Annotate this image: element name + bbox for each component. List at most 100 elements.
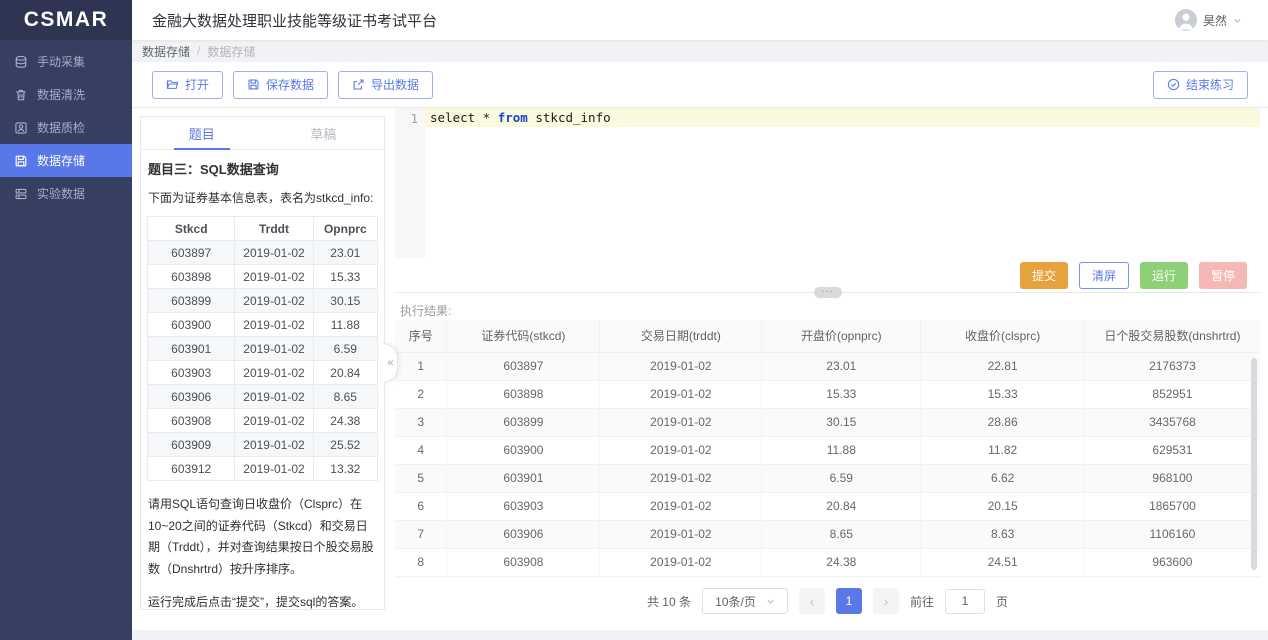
question-intro: 下面为证券基本信息表，表名为stkcd_info:	[148, 189, 377, 207]
sidebar-item-data-qc[interactable]: 数据质检	[0, 111, 132, 144]
cell-opnprc: 15.33	[762, 380, 921, 408]
cell-trddt: 2019-01-02	[235, 313, 313, 337]
results-table-body: 1 603897 2019-01-02 23.01 22.81 2176373 …	[395, 352, 1260, 576]
cell-opnprc: 30.15	[762, 408, 921, 436]
table-row: 1 603897 2019-01-02 23.01 22.81 2176373	[395, 352, 1260, 380]
run-button[interactable]: 运行	[1140, 262, 1188, 289]
next-page-button[interactable]: ›	[873, 588, 899, 614]
user-menu[interactable]: 昊然	[1175, 9, 1242, 31]
cell-dnshrtrd: 1865700	[1084, 492, 1260, 520]
user-badge-icon	[14, 121, 28, 135]
open-button-label: 打开	[185, 76, 209, 93]
tab-draft[interactable]: 草稿	[263, 117, 385, 149]
cell-opnprc: 8.65	[313, 385, 377, 409]
save-icon	[14, 154, 28, 168]
cell-opnprc: 20.84	[313, 361, 377, 385]
code-text: stkcd_info	[528, 110, 611, 125]
save-data-button[interactable]: 保存数据	[233, 71, 328, 99]
code-keyword: from	[498, 110, 528, 125]
table-row: 603900 2019-01-02 11.88	[148, 313, 378, 337]
pagination-total: 共 10 条	[647, 593, 691, 610]
page-size-select[interactable]: 10条/页	[702, 588, 788, 614]
cell-stkcd: 603897	[148, 241, 235, 265]
cell-clsprc: 6.62	[921, 464, 1084, 492]
sidebar-menu: 手动采集 数据清洗 数据质检	[0, 40, 132, 210]
cell-opnprc: 15.33	[313, 265, 377, 289]
cell-stkcd: 603909	[148, 433, 235, 457]
cell-dnshrtrd: 1106160	[1084, 520, 1260, 548]
cell-index: 3	[395, 408, 447, 436]
sidebar-item-manual-collect[interactable]: 手动采集	[0, 45, 132, 78]
folder-open-icon	[166, 78, 179, 91]
prev-page-button[interactable]: ‹	[799, 588, 825, 614]
table-row: 3 603899 2019-01-02 30.15 28.86 3435768	[395, 408, 1260, 436]
sidebar-item-data-storage[interactable]: 数据存储	[0, 144, 132, 177]
cell-trddt: 2019-01-02	[235, 385, 313, 409]
sidebar-item-experiment-data[interactable]: 实验数据	[0, 177, 132, 210]
results-table: 序号 证券代码(stkcd) 交易日期(trddt) 开盘价(opnprc) 收…	[395, 320, 1260, 577]
breadcrumb-section[interactable]: 数据存储	[142, 43, 190, 60]
server-icon	[14, 187, 28, 201]
finish-practice-button[interactable]: 结束练习	[1153, 71, 1248, 99]
main-card: 打开 保存数据 导出数据 结束练习 题目 草稿 题目	[132, 62, 1268, 630]
table-row: 603906 2019-01-02 8.65	[148, 385, 378, 409]
open-button[interactable]: 打开	[152, 71, 223, 99]
pagination: 共 10 条 10条/页 ‹ 1 › 前往 页	[395, 584, 1260, 618]
pause-button[interactable]: 暂停	[1199, 262, 1247, 289]
table-row: 2 603898 2019-01-02 15.33 15.33 852951	[395, 380, 1260, 408]
database-icon	[14, 55, 28, 69]
cell-opnprc: 8.65	[762, 520, 921, 548]
avatar	[1175, 9, 1197, 31]
column-header-stkcd: 证券代码(stkcd)	[447, 320, 600, 352]
code-line-1[interactable]: select * from stkcd_info	[425, 108, 1260, 127]
cell-stkcd: 603903	[447, 492, 600, 520]
table-row: 603903 2019-01-02 20.84	[148, 361, 378, 385]
cell-dnshrtrd: 2176373	[1084, 352, 1260, 380]
column-header-trddt: 交易日期(trddt)	[600, 320, 762, 352]
cell-opnprc: 24.38	[313, 409, 377, 433]
page-1-button[interactable]: 1	[836, 588, 862, 614]
cell-stkcd: 603912	[148, 457, 235, 481]
cell-index: 4	[395, 436, 447, 464]
cell-dnshrtrd: 852951	[1084, 380, 1260, 408]
results-header-row: 序号 证券代码(stkcd) 交易日期(trddt) 开盘价(opnprc) 收…	[395, 320, 1260, 352]
editor-code-area[interactable]: select * from stkcd_info	[425, 108, 1260, 258]
cell-stkcd: 603899	[447, 408, 600, 436]
table-row: 7 603906 2019-01-02 8.65 8.63 1106160	[395, 520, 1260, 548]
cell-opnprc: 6.59	[313, 337, 377, 361]
pane-splitter: ···	[395, 292, 1260, 293]
cell-opnprc: 23.01	[762, 352, 921, 380]
question-table-body: 603897 2019-01-02 23.01 603898 2019-01-0…	[148, 241, 378, 481]
sql-editor[interactable]: 1 select * from stkcd_info	[395, 108, 1260, 258]
sidebar-item-label: 实验数据	[37, 185, 85, 202]
save-icon	[247, 78, 260, 91]
cell-trddt: 2019-01-02	[600, 352, 762, 380]
sidebar-item-label: 手动采集	[37, 53, 85, 70]
cell-trddt: 2019-01-02	[235, 241, 313, 265]
sidebar-item-data-clean[interactable]: 数据清洗	[0, 78, 132, 111]
submit-button[interactable]: 提交	[1020, 262, 1068, 289]
goto-unit: 页	[996, 593, 1008, 610]
sidebar-item-label: 数据存储	[37, 152, 85, 169]
export-data-button[interactable]: 导出数据	[338, 71, 433, 99]
cell-clsprc: 15.33	[921, 380, 1084, 408]
splitter-drag-handle[interactable]: ···	[814, 287, 842, 298]
column-header-index: 序号	[395, 320, 447, 352]
clear-screen-button[interactable]: 清屏	[1079, 262, 1129, 289]
column-header-opnprc: 开盘价(opnprc)	[762, 320, 921, 352]
export-data-button-label: 导出数据	[371, 76, 419, 93]
cell-index: 1	[395, 352, 447, 380]
code-text: select *	[430, 110, 498, 125]
results-scrollbar[interactable]	[1251, 358, 1257, 570]
cell-trddt: 2019-01-02	[600, 492, 762, 520]
cell-trddt: 2019-01-02	[600, 380, 762, 408]
table-row: 6 603903 2019-01-02 20.84 20.15 1865700	[395, 492, 1260, 520]
goto-page-input[interactable]	[945, 589, 985, 614]
cell-opnprc: 25.52	[313, 433, 377, 457]
cell-stkcd: 603899	[148, 289, 235, 313]
table-row: 603909 2019-01-02 25.52	[148, 433, 378, 457]
cell-trddt: 2019-01-02	[235, 361, 313, 385]
cell-stkcd: 603908	[148, 409, 235, 433]
cell-index: 8	[395, 548, 447, 576]
tab-question[interactable]: 题目	[141, 117, 263, 149]
